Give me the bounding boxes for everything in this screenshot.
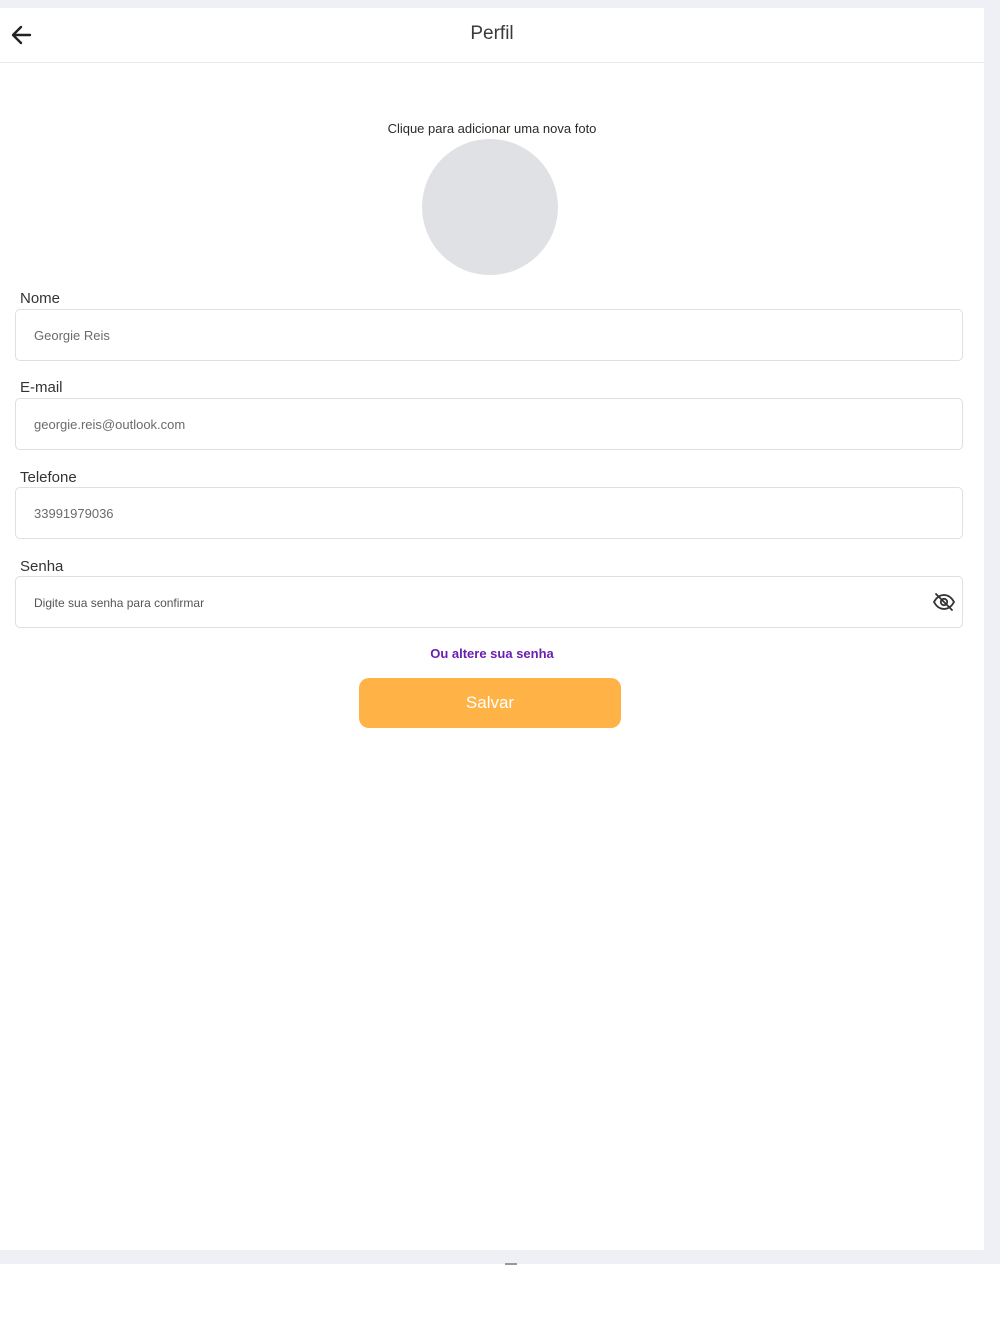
password-field-box bbox=[15, 576, 963, 628]
email-field-box bbox=[15, 398, 963, 450]
phone-field-box bbox=[15, 487, 963, 539]
phone-label: Telefone bbox=[20, 469, 77, 486]
name-field-box bbox=[15, 309, 963, 361]
name-label: Nome bbox=[20, 290, 61, 307]
page-title: Perfil bbox=[470, 23, 514, 44]
name-field[interactable] bbox=[34, 310, 914, 360]
save-button[interactable]: Salvar bbox=[359, 678, 621, 728]
email-label: E-mail bbox=[20, 379, 63, 396]
avatar-upload[interactable] bbox=[422, 139, 558, 275]
photo-hint: Clique para adicionar uma nova foto bbox=[387, 121, 597, 136]
home-indicator bbox=[505, 1263, 517, 1265]
phone-field[interactable] bbox=[34, 488, 914, 538]
password-label: Senha bbox=[20, 558, 64, 575]
app-header: Perfil bbox=[0, 8, 984, 63]
device-frame: Perfil Clique para adicionar uma nova fo… bbox=[0, 0, 1000, 1264]
toggle-password-visibility-button[interactable] bbox=[932, 591, 956, 613]
profile-screen: Perfil Clique para adicionar uma nova fo… bbox=[0, 8, 984, 1250]
eye-off-icon bbox=[932, 593, 956, 611]
email-field[interactable] bbox=[34, 399, 914, 449]
change-password-link[interactable]: Ou altere sua senha bbox=[0, 646, 984, 661]
password-field[interactable] bbox=[34, 577, 914, 627]
